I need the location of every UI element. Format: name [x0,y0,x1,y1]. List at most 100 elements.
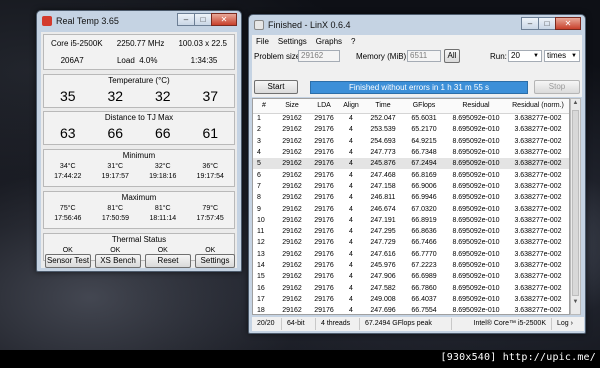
table-cell: 6 [257,171,261,179]
memory-label: Memory (MiB): [356,52,409,61]
reset-button[interactable]: Reset [145,254,191,268]
table-cell: 65.2170 [411,126,437,134]
log-button[interactable]: Log › [552,318,578,330]
min-temp: 34°C [59,163,76,170]
column-header[interactable]: Residual (norm.) [507,99,569,114]
column-header[interactable]: GFlops [403,99,445,114]
load-value: 4.0% [139,56,158,65]
maximum-label: Maximum [121,193,157,202]
min-time: 19:18:16 [149,173,177,180]
settings-button[interactable]: Settings [195,254,235,268]
scrollbar-thumb[interactable] [572,110,579,296]
start-button[interactable]: Start [254,80,298,94]
table-row[interactable]: 2 29162 29176 4 253.539 65.2170 8.695092e-010 3… [253,124,569,135]
table-cell: 64.9215 [411,137,437,145]
table-cell: 29162 [282,182,302,190]
temperature-panel: Temperature (°C) 35 32 32 37 [43,74,235,108]
table-cell: 3.638277e-002 [514,216,562,224]
table-cell: 29162 [282,194,302,202]
table-row[interactable]: 13 29162 29176 4 247.616 66.7770 8.695092e-010… [253,249,569,260]
thermal-status: OK [205,247,216,254]
menu-file[interactable]: File [256,37,269,46]
table-row[interactable]: 7 29162 29176 4 247.158 66.9006 8.695092e-010 3… [253,181,569,192]
thermal-status: OK [110,247,121,254]
column-header[interactable]: Size [275,99,309,114]
table-cell: 247.582 [370,284,396,292]
table-cell: 29162 [282,171,302,179]
table-cell: 29176 [314,182,334,190]
maximize-icon[interactable]: □ [538,17,556,30]
realtemp-titlebar[interactable]: Real Temp 3.65 – □ ✕ [37,11,241,31]
column-header[interactable]: Time [363,99,403,114]
table-cell: 8.695092e-010 [452,171,500,179]
table-row[interactable]: 10 29162 29176 4 247.191 66.8919 8.695092e-010… [253,215,569,226]
scroll-down-icon[interactable]: ▼ [571,298,580,307]
table-row[interactable]: 11 29162 29176 4 247.295 66.8636 8.695092e-010… [253,226,569,237]
table-cell: 8.695092e-010 [452,295,500,303]
menu-settings[interactable]: Settings [278,37,307,46]
max-temp: 81°C [154,205,171,212]
minimize-icon[interactable]: – [521,17,539,30]
table-row[interactable]: 8 29162 29176 4 246.811 66.9946 8.695092e-010 3… [253,192,569,203]
menu-help[interactable]: ? [351,37,355,46]
realtemp-body: Core i5-2500K 2250.77 MHz 100.03 x 22.5 … [41,32,237,268]
table-cell: 12 [257,239,265,247]
table-cell: 14 [257,262,265,269]
table-row[interactable]: 12 29162 29176 4 247.729 66.7466 8.695092e-010… [253,237,569,248]
menu-graphs[interactable]: Graphs [316,37,342,46]
table-row[interactable]: 1 29162 29176 4 252.047 65.6031 8.695092e-010 3… [253,113,569,124]
chevron-down-icon: ▼ [571,53,577,59]
column-header[interactable]: LDA [309,99,339,114]
min-temp: 36°C [202,163,219,170]
scroll-up-icon[interactable]: ▲ [571,99,580,108]
vertical-scrollbar[interactable]: ▲ ▼ [570,98,581,315]
table-cell: 29176 [314,228,334,236]
footer-progress: 20/20 [252,318,282,330]
column-header[interactable]: # [253,99,275,114]
xs-bench-button[interactable]: XS Bench [95,254,141,268]
table-cell: 8.695092e-010 [452,149,500,157]
sensor-test-button[interactable]: Sensor Test [45,254,91,268]
table-row[interactable]: 4 29162 29176 4 247.773 66.7348 8.695092e-010 3… [253,147,569,158]
table-cell: 4 [339,158,363,170]
table-cell: 8.695092e-010 [452,228,500,236]
cpu-speed: 2250.77 MHz [116,39,165,48]
table-cell: 29176 [314,262,334,269]
table-cell: 29176 [314,115,334,123]
table-row[interactable]: 16 29162 29176 4 247.582 66.7860 8.695092e-010… [253,282,569,293]
minimize-icon[interactable]: – [177,13,195,26]
table-cell: 65.6031 [411,115,437,123]
stop-button[interactable]: Stop [534,80,580,94]
table-cell: 66.9006 [411,182,437,190]
core-distance: 63 [59,125,76,141]
table-cell: 29162 [282,205,302,213]
table-cell: 15 [257,273,265,281]
column-header[interactable]: Residual [445,99,507,114]
all-memory-button[interactable]: All [444,49,460,63]
table-cell: 3.638277e-002 [514,262,562,269]
run-unit-select[interactable]: times ▼ [544,50,580,62]
memory-input[interactable]: 6511 [407,50,441,62]
run-count-select[interactable]: 20 ▼ [508,50,542,62]
linx-titlebar[interactable]: Finished - LinX 0.6.4 – □ ✕ [249,15,585,35]
table-cell: 8.695092e-010 [452,284,500,292]
column-header[interactable]: Align [339,99,363,114]
table-cell: 247.468 [370,171,396,179]
close-icon[interactable]: ✕ [555,17,581,30]
close-icon[interactable]: ✕ [211,13,237,26]
table-cell: 4 [349,115,353,123]
problem-size-input[interactable]: 29162 [298,50,340,62]
table-row[interactable]: 6 29162 29176 4 247.468 66.8169 8.695092e-010 3… [253,169,569,180]
table-cell: 247.295 [370,228,396,236]
maximize-icon[interactable]: □ [194,13,212,26]
table-row[interactable]: 5 29162 29176 4 245.876 67.2494 8.695092e-010 3… [253,158,569,170]
table-row[interactable]: 14 29162 29176 4 245.976 67.2223 8.695092e-010… [253,260,569,271]
table-cell: 3.638277e-002 [514,182,562,190]
table-row[interactable]: 15 29162 29176 4 247.906 66.6989 8.695092e-010… [253,271,569,282]
table-row[interactable]: 3 29162 29176 4 254.693 64.9215 8.695092e-010 3… [253,136,569,147]
table-row[interactable]: 18 29162 29176 4 247.696 66.7554 8.695092e-010… [253,305,569,314]
table-row[interactable]: 17 29162 29176 4 249.008 66.4037 8.695092e-010… [253,294,569,305]
table-cell: 5 [253,158,275,170]
table-cell: 3.638277e-002 [514,137,562,145]
table-row[interactable]: 9 29162 29176 4 246.674 67.0320 8.695092e-010 3… [253,203,569,214]
